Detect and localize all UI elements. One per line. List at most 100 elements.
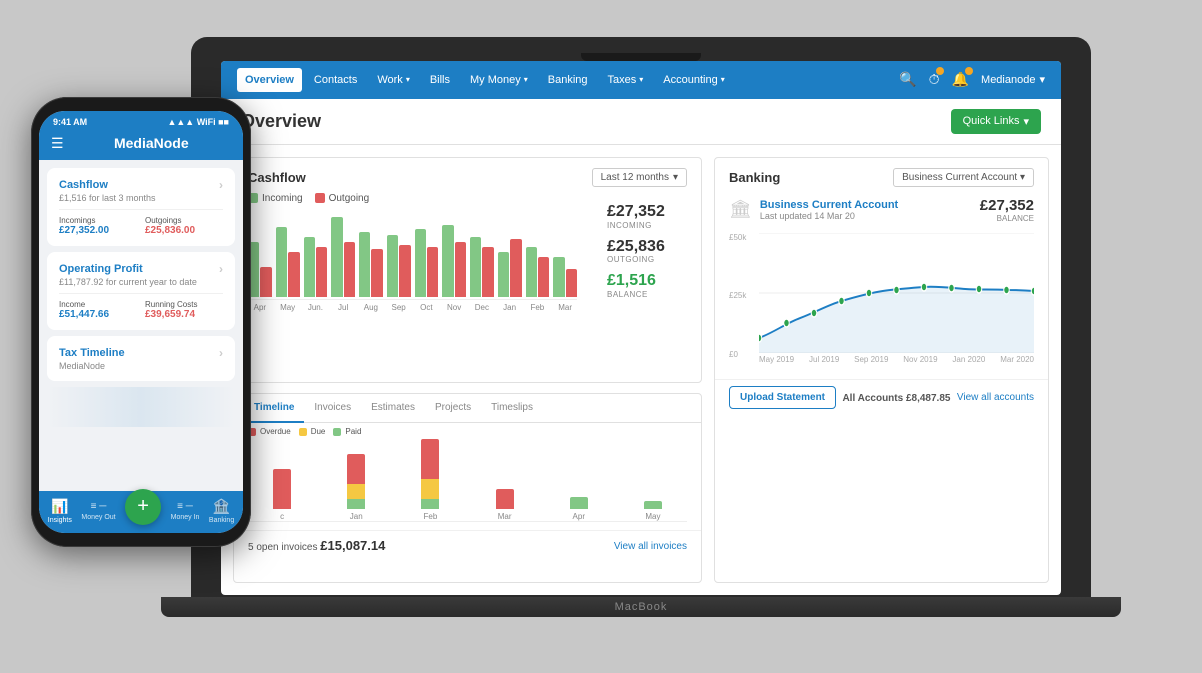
cashflow-chevron-icon: › [219,178,223,192]
bank-balance: £27,352 BALANCE [980,197,1034,223]
incoming-amount: £27,352 [607,203,701,221]
search-button[interactable]: 🔍 [899,71,916,88]
incoming-bar [553,257,564,297]
user-menu[interactable]: Medianode ▾ [981,73,1045,86]
quick-links-button[interactable]: Quick Links ▾ [951,109,1041,134]
phone-cashflow-title: Cashflow › [59,178,223,192]
timer-button[interactable]: ⏱ [929,71,940,88]
bar-group-3 [331,217,355,297]
money-out-icon: ≡ ─ [91,501,107,512]
account-select[interactable]: Business Current Account ▾ [893,168,1034,187]
period-select[interactable]: Last 12 months ▾ [592,168,687,187]
outgoing-bar [566,269,577,297]
laptop-base: MacBook [161,597,1121,617]
phone-nav-banking[interactable]: 🏦 Banking [209,498,234,524]
page-header: Overview Quick Links ▾ [221,99,1061,145]
legend-incoming: Incoming [248,193,303,204]
nav-accounting[interactable]: Accounting ▾ [655,68,732,92]
bar-group-7 [442,225,466,297]
tab-timeslips[interactable]: Timeslips [481,394,543,423]
phone-tax-card[interactable]: Tax Timeline › MediaNode [47,336,235,381]
tab-estimates[interactable]: Estimates [361,394,425,423]
outgoing-bar [288,252,299,297]
accounting-chevron-icon: ▾ [721,75,725,84]
legend-paid: Paid [333,427,361,436]
phone-app-title: MediaNode [72,135,231,151]
period-chevron-icon: ▾ [673,172,678,183]
cashflow-content: Incoming Outgoing [234,193,701,318]
phone-container: 9:41 AM ▲▲▲ WiFi ■■ ☰ MediaNode Cashflow… [31,97,251,547]
tax-chevron-icon: › [219,346,223,360]
bar-group-6 [415,229,439,297]
bar-label-1: May [276,303,300,312]
nav-contacts[interactable]: Contacts [306,68,365,92]
profit-chevron-icon: › [219,262,223,276]
incoming-bar [387,235,398,297]
incoming-label: INCOMING [607,221,701,230]
chart-dot [976,285,982,293]
nav-my-money[interactable]: My Money ▾ [462,68,536,92]
bar-group-2 [304,237,328,297]
bar-label-9: Jan [498,303,522,312]
outgoing-bar [510,239,521,297]
nav-overview[interactable]: Overview [237,68,302,92]
chart-dot [866,289,872,297]
quick-links-chevron-icon: ▾ [1023,115,1029,128]
nav-taxes[interactable]: Taxes ▾ [600,68,652,92]
outgoing-bar [538,257,549,297]
tab-projects[interactable]: Projects [425,394,481,423]
bar-labels: AprMayJun.JulAugSepOctNovDecJanFebMar [248,300,577,312]
banking-footer: Upload Statement All Accounts £8,487.85 … [715,379,1048,417]
tab-invoices[interactable]: Invoices [304,394,361,423]
money-chevron-icon: ▾ [524,75,528,84]
all-accounts-info: All Accounts £8,487.85 [842,388,950,406]
line-chart-area [759,233,1034,353]
y-axis-labels: £50k £25k £0 [729,233,746,359]
outgoing-bar [344,242,355,297]
bank-balance-amount: £27,352 [980,197,1034,214]
bars-area [248,208,577,300]
tab-timeline[interactable]: Timeline [244,394,304,423]
chart-area-fill [759,286,1034,352]
view-all-accounts-link[interactable]: View all accounts [957,392,1034,403]
hamburger-icon[interactable]: ☰ [51,135,64,152]
bar-chart: AprMayJun.JulAugSepOctNovDecJanFebMar [234,208,591,318]
notifications-button[interactable]: 🔔 [952,71,969,88]
incoming-bar [498,252,509,297]
phone-fab-button[interactable]: + [125,489,161,525]
chart-dot [894,286,900,294]
phone-cashflow-card[interactable]: Cashflow › £1,516 for last 3 months Inco… [47,168,235,246]
phone-screen: 9:41 AM ▲▲▲ WiFi ■■ ☰ MediaNode Cashflow… [39,111,243,533]
phone-nav-money-out[interactable]: ≡ ─ Money Out [81,501,115,521]
inv-bar-mar: Mar [471,489,539,521]
bar-group-4 [359,232,383,297]
bar-label-2: Jun. [304,303,328,312]
line-chart-svg [759,233,1034,353]
phone-content: Cashflow › £1,516 for last 3 months Inco… [39,160,243,491]
bar-label-5: Sep [387,303,411,312]
banking-title: Banking [729,170,780,185]
bar-label-8: Dec [470,303,494,312]
bar-label-7: Nov [442,303,466,312]
phone-nav-money-in[interactable]: ≡ ─ Money In [171,501,200,521]
phone-bottom-nav: 📊 Insights ≡ ─ Money Out + ≡ ─ Money In … [39,491,243,533]
laptop-notch [581,53,701,61]
outgoing-bar [455,242,466,297]
view-all-invoices-link[interactable]: View all invoices [614,541,687,552]
phone-profit-subtitle: £11,787.92 for current year to date [59,277,223,287]
main-content: Cashflow Last 12 months ▾ [221,145,1061,595]
incoming-bar [415,229,426,297]
nav-banking[interactable]: Banking [540,68,596,92]
incoming-bar [359,232,370,297]
legend-overdue: Overdue [248,427,291,436]
chart-dot [759,334,762,342]
nav-work[interactable]: Work ▾ [369,68,417,92]
cashflow-chart: Incoming Outgoing [234,193,591,318]
phone-signal: ▲▲▲ WiFi ■■ [167,117,229,127]
bank-last-updated: Last updated 14 Mar 20 [760,211,898,221]
phone-nav-insights[interactable]: 📊 Insights [48,498,72,524]
bar-label-11: Mar [553,303,577,312]
phone-profit-card[interactable]: Operating Profit › £11,787.92 for curren… [47,252,235,330]
nav-bills[interactable]: Bills [422,68,458,92]
upload-statement-button[interactable]: Upload Statement [729,386,836,409]
